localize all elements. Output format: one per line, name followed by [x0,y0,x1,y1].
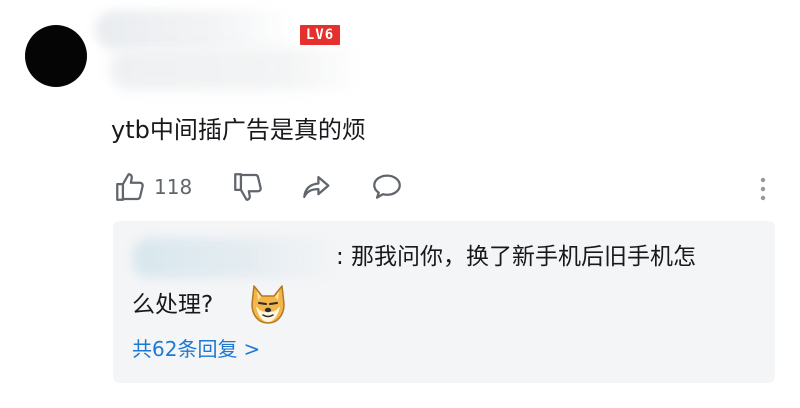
user-meta-blurred [110,48,365,90]
like-count: 118 [154,175,193,199]
view-replies-label: 共62条回复 [132,337,238,361]
thumbs-down-icon [234,173,262,201]
chevron-right-icon: > [243,337,261,361]
reply-preview-box[interactable]: : 那我问你，换了新手机后旧手机怎 么处理? 共62条回复 > [113,221,775,383]
reply-text-line2: 么处理? [132,292,214,318]
comment-actions: 118 [113,170,773,206]
comment-bubble-icon [373,174,401,199]
share-button[interactable] [300,170,334,204]
comment-avatar[interactable] [25,25,87,87]
more-vertical-icon [760,177,766,201]
username-blurred[interactable] [95,10,295,50]
dislike-button[interactable] [231,170,265,204]
thumbs-up-icon [116,173,144,201]
reply-button[interactable] [370,170,404,204]
share-icon [303,175,330,199]
more-options-button[interactable] [751,174,775,204]
level-badge: LV6 [300,25,340,45]
doge-emoji [248,282,288,326]
like-button[interactable] [113,170,147,204]
reply-text-line1: : 那我问你，换了新手机后旧手机怎 [336,244,697,270]
reply-username-blurred[interactable] [133,238,338,278]
comment-text: ytb中间插广告是真的烦 [111,116,366,144]
view-replies-link[interactable]: 共62条回复 > [132,334,260,364]
